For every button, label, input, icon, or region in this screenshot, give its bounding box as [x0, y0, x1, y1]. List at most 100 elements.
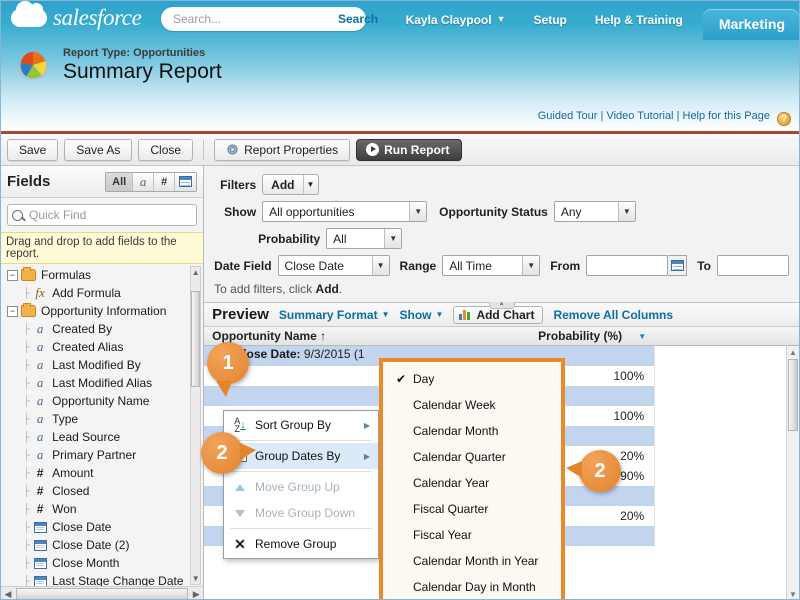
- field-filter-all[interactable]: All: [106, 172, 134, 191]
- quick-find-input[interactable]: [27, 206, 197, 224]
- panel-resize-grip[interactable]: ▲: [488, 301, 515, 309]
- tree-item-created-by[interactable]: ├ a Created By: [1, 320, 203, 338]
- tree-item-amount[interactable]: ├ # Amount: [1, 464, 203, 482]
- scroll-down-icon[interactable]: ▼: [787, 588, 799, 599]
- scroll-down-icon[interactable]: ▼: [191, 573, 200, 584]
- tree-connector: ├: [23, 359, 31, 371]
- submenu-item-day[interactable]: ✔ Day: [383, 366, 561, 392]
- tree-label: Last Modified By: [52, 358, 141, 372]
- scroll-right-icon[interactable]: ▶: [189, 589, 203, 600]
- fields-vertical-scrollbar[interactable]: ▲ ▼: [190, 266, 202, 585]
- user-menu[interactable]: Kayla Claypool ▼: [392, 13, 520, 27]
- tree-item-type[interactable]: ├ a Type: [1, 410, 203, 428]
- number-field-icon: #: [161, 175, 168, 188]
- show-menu[interactable]: Show: [400, 308, 432, 322]
- date-field-select[interactable]: Close Date ▼: [277, 255, 390, 276]
- opportunity-status-select[interactable]: Any ▼: [553, 201, 636, 222]
- scroll-left-icon[interactable]: ◀: [1, 589, 15, 600]
- context-menu-item-remove-group[interactable]: ✕ Remove Group: [224, 531, 378, 557]
- salesforce-logo[interactable]: salesforce: [11, 1, 142, 31]
- save-button[interactable]: Save: [7, 138, 59, 161]
- tree-folder-opportunity-information[interactable]: − Opportunity Information: [1, 302, 203, 320]
- date-field-icon: [33, 575, 47, 587]
- question-mark-icon[interactable]: ?: [777, 112, 791, 126]
- submenu-item-fiscal-year[interactable]: Fiscal Year: [383, 522, 561, 548]
- tree-item-close-date-2[interactable]: ├ Close Date (2): [1, 536, 203, 554]
- tree-item-opportunity-name[interactable]: ├ a Opportunity Name: [1, 392, 203, 410]
- run-report-button[interactable]: Run Report: [356, 138, 463, 161]
- tree-item-add-formula[interactable]: ├ fx Add Formula: [1, 284, 203, 302]
- range-select[interactable]: All Time ▼: [442, 255, 541, 276]
- search-button[interactable]: Search: [330, 12, 392, 26]
- fields-horizontal-scrollbar[interactable]: ◀ ▶: [1, 586, 204, 600]
- scrollbar-thumb[interactable]: [16, 588, 189, 599]
- nav-item-help-training[interactable]: Help & Training: [581, 13, 697, 27]
- tree-item-close-date[interactable]: ├ Close Date: [1, 518, 203, 536]
- search-input[interactable]: [161, 8, 330, 30]
- calendar-picker-icon[interactable]: [668, 255, 688, 276]
- save-as-button[interactable]: Save As: [64, 138, 133, 161]
- tree-item-primary-partner[interactable]: ├ a Primary Partner: [1, 446, 203, 464]
- context-menu-item-move-group-up: Move Group Up: [224, 474, 378, 500]
- preview-vertical-scrollbar[interactable]: ▲ ▼: [786, 346, 799, 599]
- add-filter-button[interactable]: Add ▼: [262, 174, 319, 195]
- arrow-down-icon: [231, 509, 249, 517]
- tree-item-last-modified-by[interactable]: ├ a Last Modified By: [1, 356, 203, 374]
- scroll-up-icon[interactable]: ▲: [191, 267, 200, 278]
- chevron-down-icon[interactable]: ▼: [638, 332, 646, 341]
- report-properties-button[interactable]: Report Properties: [214, 138, 351, 161]
- column-header-probability[interactable]: Probability (%) ▼: [534, 329, 654, 343]
- cell-empty: [654, 406, 799, 426]
- field-filter-text[interactable]: a: [133, 172, 155, 191]
- chevron-down-icon[interactable]: ▼: [382, 310, 390, 319]
- field-filter-number[interactable]: #: [154, 172, 176, 191]
- submenu-item-fiscal-quarter[interactable]: Fiscal Quarter: [383, 496, 561, 522]
- scrollbar-thumb[interactable]: [788, 359, 798, 431]
- from-date-input[interactable]: [586, 255, 669, 276]
- show-select[interactable]: All opportunities ▼: [262, 201, 428, 222]
- field-filter-date[interactable]: [175, 172, 197, 191]
- context-menu-divider: [230, 440, 372, 441]
- cell-empty: [654, 466, 799, 486]
- context-menu-item-label: Sort Group By: [255, 418, 332, 432]
- chevron-down-icon[interactable]: ▼: [436, 310, 444, 319]
- callout-badge-2-left: 2: [201, 432, 256, 474]
- cell-empty: [654, 446, 799, 466]
- tree-item-won[interactable]: ├ # Won: [1, 500, 203, 518]
- cloud-icon: [11, 1, 47, 27]
- scrollbar-thumb[interactable]: [191, 291, 201, 387]
- quick-find-box[interactable]: [7, 204, 198, 226]
- submenu-item-calendar-week[interactable]: Calendar Week: [383, 392, 561, 418]
- tree-item-lead-source[interactable]: ├ a Lead Source: [1, 428, 203, 446]
- collapse-icon[interactable]: −: [7, 305, 18, 317]
- tree-item-closed[interactable]: ├ # Closed: [1, 482, 203, 500]
- bar-chart-icon: [459, 309, 471, 320]
- submenu-item-calendar-month[interactable]: Calendar Month: [383, 418, 561, 444]
- tree-item-close-month[interactable]: ├ Close Month: [1, 554, 203, 572]
- preview-title: Preview: [212, 306, 269, 323]
- submenu-item-calendar-month-in-year[interactable]: Calendar Month in Year: [383, 548, 561, 574]
- column-header-opportunity-name[interactable]: Opportunity Name ↑: [204, 329, 534, 343]
- close-button[interactable]: Close: [138, 138, 194, 161]
- submenu-item-calendar-year[interactable]: Calendar Year: [383, 470, 561, 496]
- cell-empty: [654, 426, 799, 446]
- video-tutorial-link[interactable]: Video Tutorial: [606, 110, 673, 122]
- filters-note-prefix: To add filters, click: [214, 282, 316, 296]
- context-menu-item-sort-group-by[interactable]: A Z ↓ Sort Group By ▶: [224, 412, 378, 438]
- submenu-item-calendar-day-in-month[interactable]: Calendar Day in Month: [383, 574, 561, 599]
- nav-item-setup[interactable]: Setup: [520, 13, 581, 27]
- collapse-icon[interactable]: −: [7, 269, 18, 281]
- scroll-up-icon[interactable]: ▲: [787, 346, 799, 359]
- global-search[interactable]: Search: [161, 7, 378, 31]
- tree-folder-formulas[interactable]: − Formulas: [1, 266, 203, 284]
- tree-item-last-modified-alias[interactable]: ├ a Last Modified Alias: [1, 374, 203, 392]
- tree-item-created-alias[interactable]: ├ a Created Alias: [1, 338, 203, 356]
- to-date-input[interactable]: [717, 255, 789, 276]
- remove-all-columns-link[interactable]: Remove All Columns: [553, 308, 673, 322]
- submenu-item-calendar-quarter[interactable]: Calendar Quarter: [383, 444, 561, 470]
- summary-format-menu[interactable]: Summary Format: [279, 308, 378, 322]
- tab-marketing[interactable]: Marketing: [702, 8, 799, 40]
- help-for-this-page-link[interactable]: Help for this Page: [683, 110, 770, 122]
- guided-tour-link[interactable]: Guided Tour: [538, 110, 598, 122]
- probability-select[interactable]: All ▼: [326, 228, 403, 249]
